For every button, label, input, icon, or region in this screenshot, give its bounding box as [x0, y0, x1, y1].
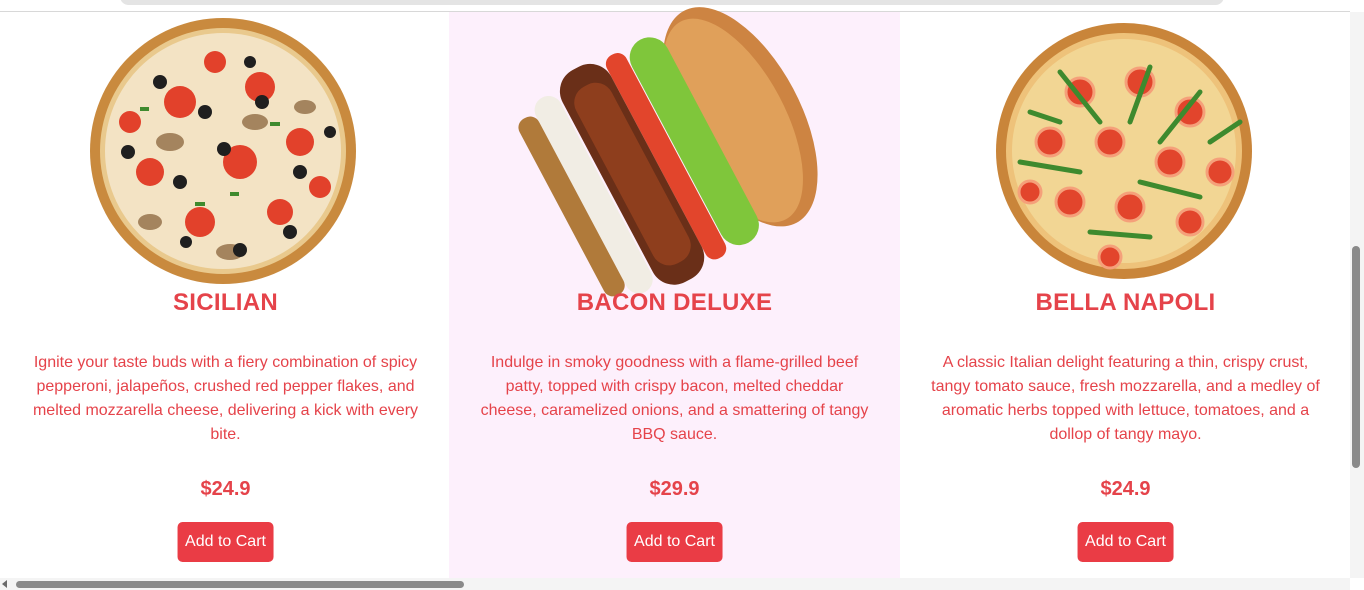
product-card-sicilian: SICILIAN Ignite your taste buds with a f… — [0, 12, 451, 578]
product-price: $29.9 — [649, 478, 700, 500]
product-description: Indulge in smoky goodness with a flame-g… — [480, 354, 869, 443]
product-card-bella-napoli: BELLA NAPOLI A classic Italian delight f… — [900, 12, 1351, 578]
vertical-scrollbar-thumb[interactable] — [1352, 246, 1360, 468]
product-name: BELLA NAPOLI — [1035, 289, 1216, 316]
search-bar-edge[interactable] — [120, 0, 1224, 5]
vertical-scrollbar[interactable] — [1350, 12, 1364, 578]
product-description: Ignite your taste buds with a fiery comb… — [32, 354, 419, 443]
top-bar — [0, 0, 1350, 12]
horizontal-scrollbar[interactable] — [0, 578, 1350, 590]
horizontal-scrollbar-thumb[interactable] — [16, 581, 464, 588]
add-to-cart-button-bella-napoli[interactable]: Add to Cart — [1077, 522, 1174, 562]
product-name: BACON DELUXE — [576, 289, 773, 316]
scroll-left-arrow-icon[interactable] — [2, 580, 7, 588]
product-description: A classic Italian delight featuring a th… — [931, 354, 1320, 443]
product-price: $24.9 — [1100, 478, 1151, 500]
product-name: SICILIAN — [172, 289, 279, 316]
product-image-bacon-deluxe — [449, 7, 900, 297]
product-card-bacon-deluxe: BACON DELUXE Indulge in smoky goodness w… — [449, 7, 900, 578]
add-to-cart-button-bacon-deluxe[interactable]: Add to Cart — [626, 522, 723, 562]
product-grid: SICILIAN Ignite your taste buds with a f… — [0, 7, 1351, 578]
add-to-cart-button-sicilian[interactable]: Add to Cart — [177, 522, 274, 562]
product-image-bella-napoli — [900, 12, 1351, 286]
product-image-sicilian — [0, 12, 451, 286]
product-price: $24.9 — [200, 478, 251, 500]
